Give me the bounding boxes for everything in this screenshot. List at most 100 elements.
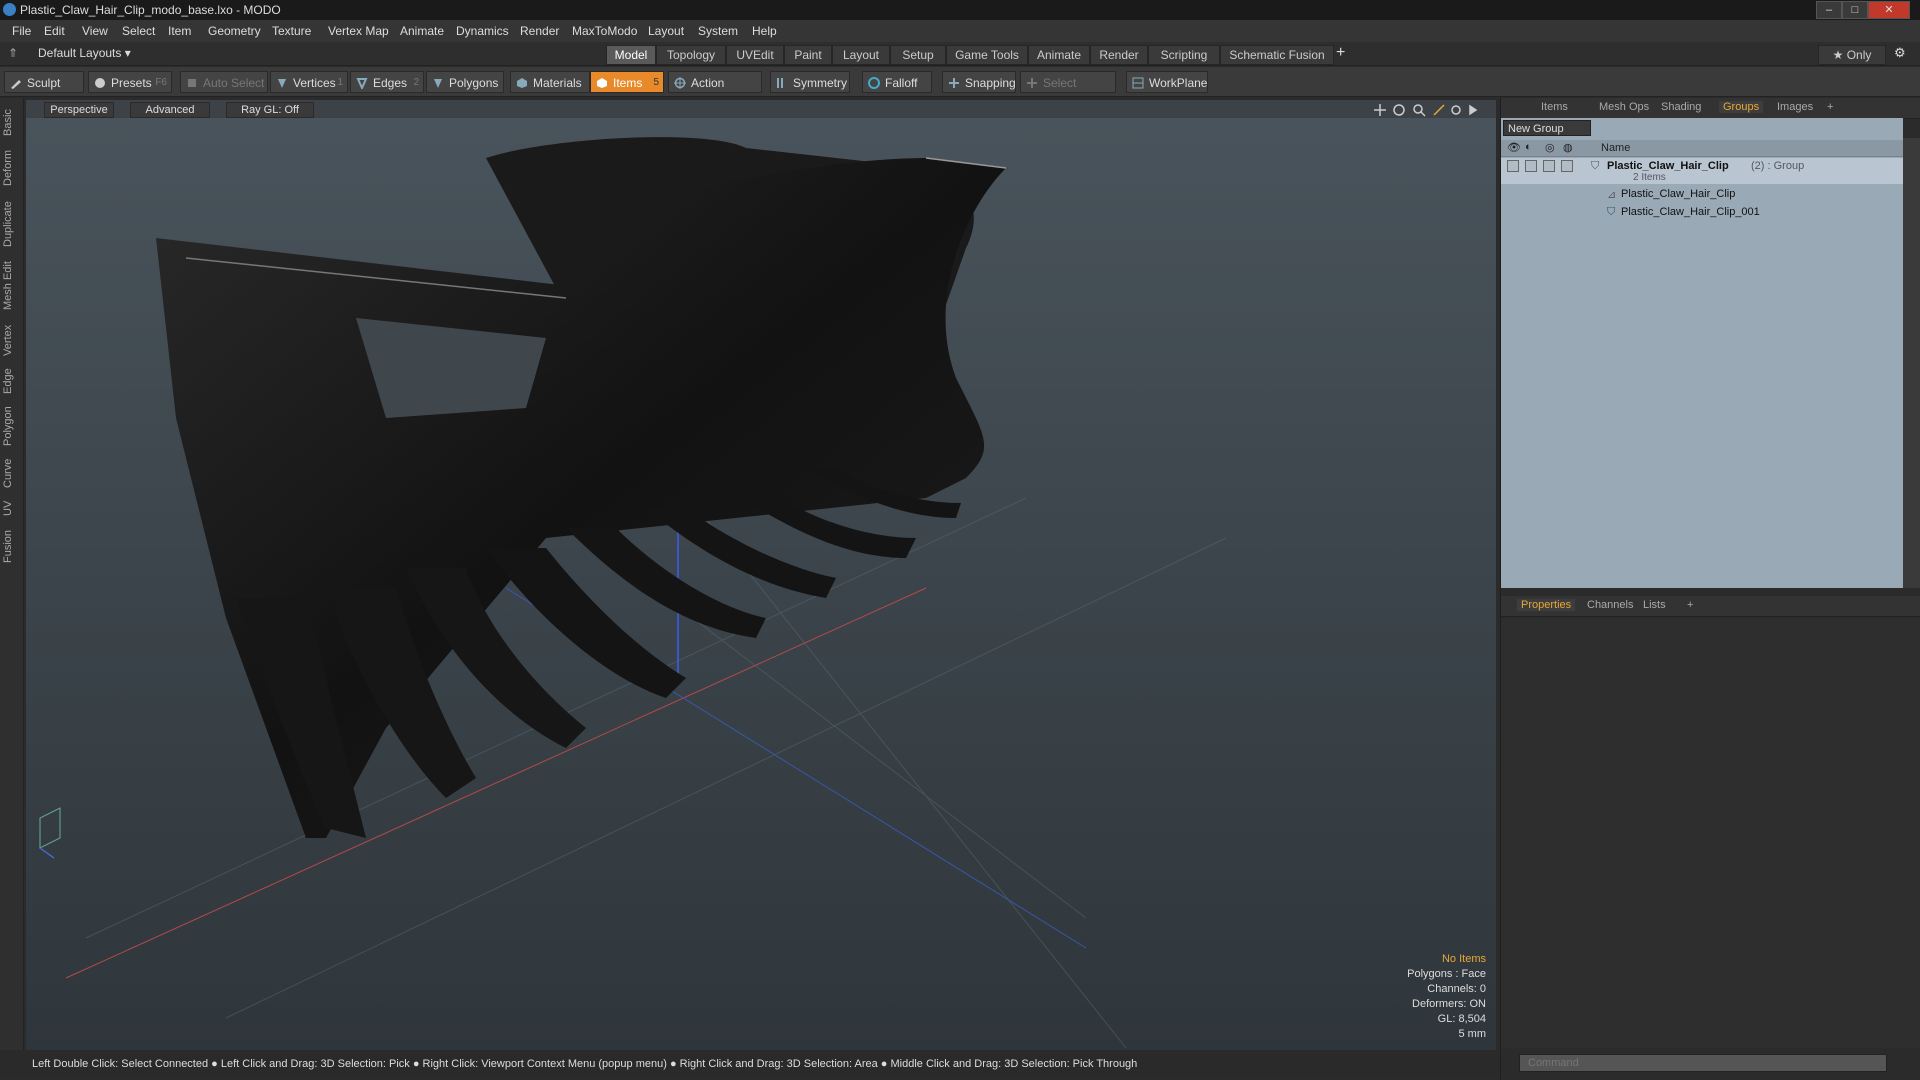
eye-icon[interactable]: 👁 — [1507, 141, 1521, 154]
tab-images[interactable]: Images — [1777, 101, 1813, 113]
menu-dynamics[interactable]: Dynamics — [456, 24, 509, 38]
properties-panel-tabs: Properties Channels Lists + — [1501, 596, 1920, 617]
tab-paint[interactable]: Paint — [784, 45, 832, 65]
materials-button[interactable]: Materials — [510, 71, 590, 93]
advanced-dropdown[interactable]: Advanced — [130, 102, 210, 118]
viewport-nav-icons[interactable] — [1372, 102, 1482, 118]
menu-geometry[interactable]: Geometry — [208, 24, 261, 38]
left-tab-fusion[interactable]: Fusion — [2, 526, 22, 566]
minimize-button[interactable]: – — [1816, 1, 1842, 19]
tab-shading[interactable]: Shading — [1661, 101, 1701, 113]
group-select-toggle[interactable] — [1561, 160, 1573, 172]
collapse-icon[interactable]: ⇑ — [8, 46, 18, 60]
menu-layout[interactable]: Layout — [648, 24, 684, 38]
sculpt-button[interactable]: Sculpt — [4, 71, 84, 93]
info-channels: Channels: 0 — [1427, 983, 1486, 995]
auto-select-icon — [188, 79, 196, 87]
add-properties-tab-button[interactable]: + — [1687, 599, 1693, 611]
groups-list[interactable]: New Group 👁 ◐ ◎ ◍ Name ⛉ Plastic_Claw_Ha… — [1501, 118, 1903, 588]
tab-groups[interactable]: Groups — [1719, 101, 1764, 113]
lock-icon[interactable]: ◐ — [1525, 141, 1532, 153]
action-center-button[interactable]: Action Center — [668, 71, 762, 112]
group-row[interactable]: ⛉ Plastic_Claw_Hair_Clip (2) : Group 2 I… — [1501, 158, 1903, 184]
raygl-toggle[interactable]: Ray GL: Off — [226, 102, 314, 118]
polygons-label: Polygons — [449, 76, 499, 90]
tab-animate[interactable]: Animate — [1028, 45, 1090, 65]
gear-icon[interactable]: ⚙ — [1894, 45, 1906, 61]
left-tab-duplicate[interactable]: Duplicate — [2, 196, 22, 252]
menu-maxtomodo[interactable]: MaxToModo — [572, 24, 637, 38]
close-button[interactable]: ✕ — [1868, 1, 1910, 19]
perspective-dropdown[interactable]: Perspective — [44, 102, 114, 118]
materials-label: Materials — [533, 76, 582, 90]
left-tab-basic[interactable]: Basic — [2, 104, 22, 142]
left-tab-curve[interactable]: Curve — [2, 454, 22, 492]
list-item[interactable]: ⛉ Plastic_Claw_Hair_Clip_001 — [1501, 204, 1903, 222]
tab-lists[interactable]: Lists — [1643, 599, 1666, 611]
menu-render[interactable]: Render — [520, 24, 559, 38]
tab-layout[interactable]: Layout — [832, 45, 890, 65]
workplane-button[interactable]: WorkPlane — [1126, 71, 1208, 93]
presets-button[interactable]: Presets F6 — [88, 71, 172, 93]
falloff-button[interactable]: Falloff — [862, 71, 932, 93]
vertices-button[interactable]: Vertices 1 — [270, 71, 348, 93]
group-render-toggle[interactable] — [1543, 160, 1555, 172]
3d-viewport[interactable]: Perspective Advanced Ray GL: Off No Item… — [26, 100, 1496, 1050]
tab-schematic-fusion[interactable]: Schematic Fusion — [1220, 45, 1334, 65]
symmetry-button[interactable]: Symmetry — [770, 71, 850, 93]
menu-vertex-map[interactable]: Vertex Map — [328, 24, 389, 38]
menu-item[interactable]: Item — [168, 24, 191, 38]
menu-texture[interactable]: Texture — [272, 24, 311, 38]
maximize-button[interactable]: □ — [1842, 1, 1868, 19]
select-icon[interactable]: ◍ — [1563, 141, 1573, 154]
tab-topology[interactable]: Topology — [656, 45, 726, 65]
group-meta: (2) : Group — [1751, 160, 1805, 172]
tab-game-tools[interactable]: Game Tools — [946, 45, 1028, 65]
left-tab-vertex[interactable]: Vertex — [2, 320, 22, 360]
polygons-button[interactable]: Polygons — [426, 71, 504, 93]
add-tab-button[interactable]: + — [1336, 44, 1345, 62]
select-through-button[interactable]: Select Through — [1020, 71, 1116, 112]
tab-render[interactable]: Render — [1090, 45, 1148, 65]
add-panel-tab-button[interactable]: + — [1827, 101, 1833, 113]
presets-label: Presets — [111, 76, 152, 90]
left-tab-deform[interactable]: Deform — [2, 146, 22, 190]
tab-scripting[interactable]: Scripting — [1148, 45, 1220, 65]
group-lock-toggle[interactable] — [1525, 160, 1537, 172]
tab-items[interactable]: Items — [1541, 101, 1568, 113]
column-name[interactable]: Name — [1601, 142, 1630, 154]
items-button[interactable]: Items 5 — [590, 71, 664, 93]
auto-select-button[interactable]: Auto Select — [180, 71, 268, 93]
new-group-button[interactable]: New Group — [1503, 120, 1591, 136]
menu-bar: File Edit View Select Item Geometry Text… — [0, 20, 1920, 42]
edges-button[interactable]: Edges 2 — [350, 71, 424, 93]
left-tab-polygon[interactable]: Polygon — [2, 402, 22, 450]
tab-mesh-ops[interactable]: Mesh Ops — [1599, 101, 1649, 113]
info-gl: GL: 8,504 — [1437, 1013, 1486, 1025]
tab-uvedit[interactable]: UVEdit — [726, 45, 784, 65]
command-input[interactable] — [1519, 1054, 1887, 1072]
menu-help[interactable]: Help — [752, 24, 777, 38]
snapping-button[interactable]: Snapping — [942, 71, 1016, 93]
group-visibility-toggle[interactable] — [1507, 160, 1519, 172]
child-item-name: Plastic_Claw_Hair_Clip_001 — [1621, 206, 1760, 218]
menu-edit[interactable]: Edit — [44, 24, 65, 38]
left-tab-uv[interactable]: UV — [2, 496, 22, 520]
left-tab-mesh-edit[interactable]: Mesh Edit — [2, 258, 22, 314]
groups-scrollbar[interactable] — [1903, 138, 1920, 588]
tab-model[interactable]: Model — [606, 45, 656, 65]
render-icon[interactable]: ◎ — [1545, 141, 1555, 154]
menu-file[interactable]: File — [12, 24, 31, 38]
tab-channels[interactable]: Channels — [1587, 599, 1633, 611]
left-tab-edge[interactable]: Edge — [2, 364, 22, 398]
layout-preset-dropdown[interactable]: Default Layouts ▾ — [38, 46, 131, 60]
workplane-icon — [1132, 77, 1144, 89]
menu-select[interactable]: Select — [122, 24, 155, 38]
only-toggle[interactable]: ★ Only — [1818, 45, 1886, 65]
menu-system[interactable]: System — [698, 24, 738, 38]
menu-view[interactable]: View — [82, 24, 108, 38]
menu-animate[interactable]: Animate — [400, 24, 444, 38]
tab-properties[interactable]: Properties — [1517, 599, 1576, 611]
tab-setup[interactable]: Setup — [890, 45, 946, 65]
list-item[interactable]: ⊿ Plastic_Claw_Hair_Clip — [1501, 186, 1903, 204]
